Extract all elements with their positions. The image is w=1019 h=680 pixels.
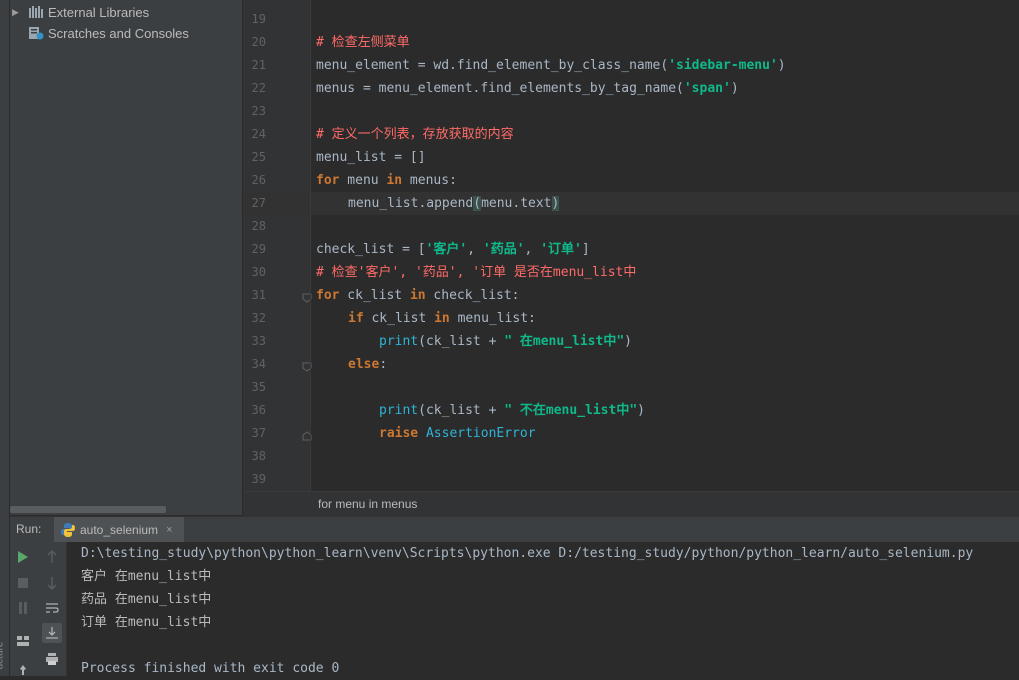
print-icon[interactable] (42, 649, 62, 669)
line-number: 34 (251, 357, 266, 371)
project-panel: ▶ External Libraries Scratches and Conso… (10, 0, 242, 515)
line-number: 32 (251, 311, 266, 325)
console-line: Process finished with exit code 0 (81, 661, 340, 676)
code-line-34[interactable]: 34 else: (244, 353, 1019, 376)
stop-icon[interactable] (13, 573, 33, 593)
code-comment: # 检查左侧菜单 (316, 35, 410, 50)
code-editor[interactable]: 19 20 # 检查左侧菜单 21 menu_element = wd.find… (243, 0, 1019, 516)
line-number: 30 (251, 265, 266, 279)
code-text: menu_list = [] (316, 150, 426, 165)
code-text: raise AssertionError (379, 426, 536, 441)
run-toolbar (10, 542, 67, 676)
line-number: 38 (251, 449, 266, 463)
code-text: check_list = ['客户', '药品', '订单'] (316, 242, 590, 257)
line-number: 27 (251, 196, 266, 210)
line-number: 21 (251, 58, 266, 72)
breadcrumb[interactable]: for menu in menus (318, 497, 417, 511)
line-number: 33 (251, 334, 266, 348)
horizontal-scrollbar[interactable] (10, 506, 166, 513)
line-number: 24 (251, 127, 266, 141)
code-line-19[interactable]: 19 (244, 8, 1019, 31)
code-line-31[interactable]: 31 for ck_list in check_list: (244, 284, 1019, 307)
run-tool-header: Run: auto_selenium × (10, 516, 1019, 543)
line-number: 35 (251, 380, 266, 394)
code-line-28[interactable]: 28 (244, 215, 1019, 238)
close-icon[interactable]: × (166, 524, 172, 536)
structure-tab-label[interactable]: ucture (0, 642, 5, 670)
code-line-22[interactable]: 22 menus = menu_element.find_elements_by… (244, 77, 1019, 100)
code-text: if ck_list in menu_list: (348, 311, 536, 326)
code-line-33[interactable]: 33 print(ck_list + " 在menu_list中") (244, 330, 1019, 353)
line-number: 37 (251, 426, 266, 440)
console-line: D:\testing_study\python\python_learn\ven… (81, 546, 974, 561)
console-line: 客户 在menu_list中 (81, 569, 212, 584)
code-line-29[interactable]: 29 check_list = ['客户', '药品', '订单'] (244, 238, 1019, 261)
code-text: else: (348, 357, 388, 372)
run-tab-auto-selenium[interactable]: auto_selenium × (54, 517, 184, 542)
code-line-30[interactable]: 30 # 检查'客户', '药品', '订单 是否在menu_list中 (244, 261, 1019, 284)
code-line-23[interactable]: 23 (244, 100, 1019, 123)
rerun-icon[interactable] (13, 547, 33, 567)
line-number: 20 (251, 35, 266, 49)
code-line-21[interactable]: 21 menu_element = wd.find_element_by_cla… (244, 54, 1019, 77)
code-line-24[interactable]: 24 # 定义一个列表，存放获取的内容 (244, 123, 1019, 146)
tree-item-scratches[interactable]: Scratches and Consoles (10, 23, 189, 43)
code-text: for menu in menus: (316, 173, 457, 188)
down-arrow-icon[interactable] (42, 573, 62, 593)
up-arrow-icon[interactable] (42, 547, 62, 567)
code-line-27-current[interactable]: 27 menu_list.append(menu.text) (244, 192, 1019, 215)
code-text: print(ck_list + " 在menu_list中") (379, 334, 632, 349)
tree-item-label: External Libraries (48, 4, 150, 20)
code-line-25[interactable]: 25 menu_list = [] (244, 146, 1019, 169)
run-label: Run: (16, 522, 42, 536)
code-line-32[interactable]: 32 if ck_list in menu_list: (244, 307, 1019, 330)
code-comment: # 检查'客户', '药品', '订单 是否在menu_list中 (316, 265, 637, 280)
line-number: 29 (251, 242, 266, 256)
code-line-37[interactable]: 37 raise AssertionError (244, 422, 1019, 445)
code-text: menu_list.append(menu.text) (348, 196, 560, 211)
tree-item-label: Scratches and Consoles (48, 25, 189, 41)
code-text: menu_element = wd.find_element_by_class_… (316, 58, 786, 73)
line-number: 25 (251, 150, 266, 164)
library-icon (28, 5, 44, 19)
run-tab-label: auto_selenium (80, 522, 159, 537)
line-number: 36 (251, 403, 266, 417)
left-tool-strip: ucture (0, 0, 10, 676)
layout-icon[interactable] (13, 631, 33, 651)
pause-icon[interactable] (13, 598, 33, 618)
code-text: for ck_list in check_list: (316, 288, 520, 303)
code-text: print(ck_list + " 不在menu_list中") (379, 403, 645, 418)
gutter-divider (310, 0, 311, 491)
scratches-icon (28, 26, 44, 40)
code-line-36[interactable]: 36 print(ck_list + " 不在menu_list中") (244, 399, 1019, 422)
run-console[interactable]: D:\testing_study\python\python_learn\ven… (67, 542, 1019, 676)
code-comment: # 定义一个列表，存放获取的内容 (316, 127, 514, 142)
python-icon (60, 522, 76, 538)
console-line: 药品 在menu_list中 (81, 592, 212, 607)
pin-icon[interactable] (13, 660, 33, 680)
code-text: menus = menu_element.find_elements_by_ta… (316, 81, 739, 96)
soft-wrap-icon[interactable] (42, 598, 62, 618)
code-line-26[interactable]: 26 for menu in menus: (244, 169, 1019, 192)
expand-arrow-icon[interactable]: ▶ (12, 7, 22, 18)
console-line: 订单 在menu_list中 (81, 615, 212, 630)
line-number: 22 (251, 81, 266, 95)
scroll-to-end-icon[interactable] (42, 623, 62, 643)
code-line-38[interactable]: 38 (244, 445, 1019, 468)
line-number: 39 (251, 472, 266, 486)
code-line-39[interactable]: 39 (244, 468, 1019, 491)
line-number: 19 (251, 12, 266, 26)
tree-item-external-libraries[interactable]: ▶ External Libraries (10, 2, 149, 22)
code-line-35[interactable]: 35 (244, 376, 1019, 399)
line-number: 31 (251, 288, 266, 302)
code-line-20[interactable]: 20 # 检查左侧菜单 (244, 31, 1019, 54)
line-number: 28 (251, 219, 266, 233)
line-number: 26 (251, 173, 266, 187)
line-number: 23 (251, 104, 266, 118)
breadcrumb-bar: for menu in menus (244, 491, 1019, 516)
